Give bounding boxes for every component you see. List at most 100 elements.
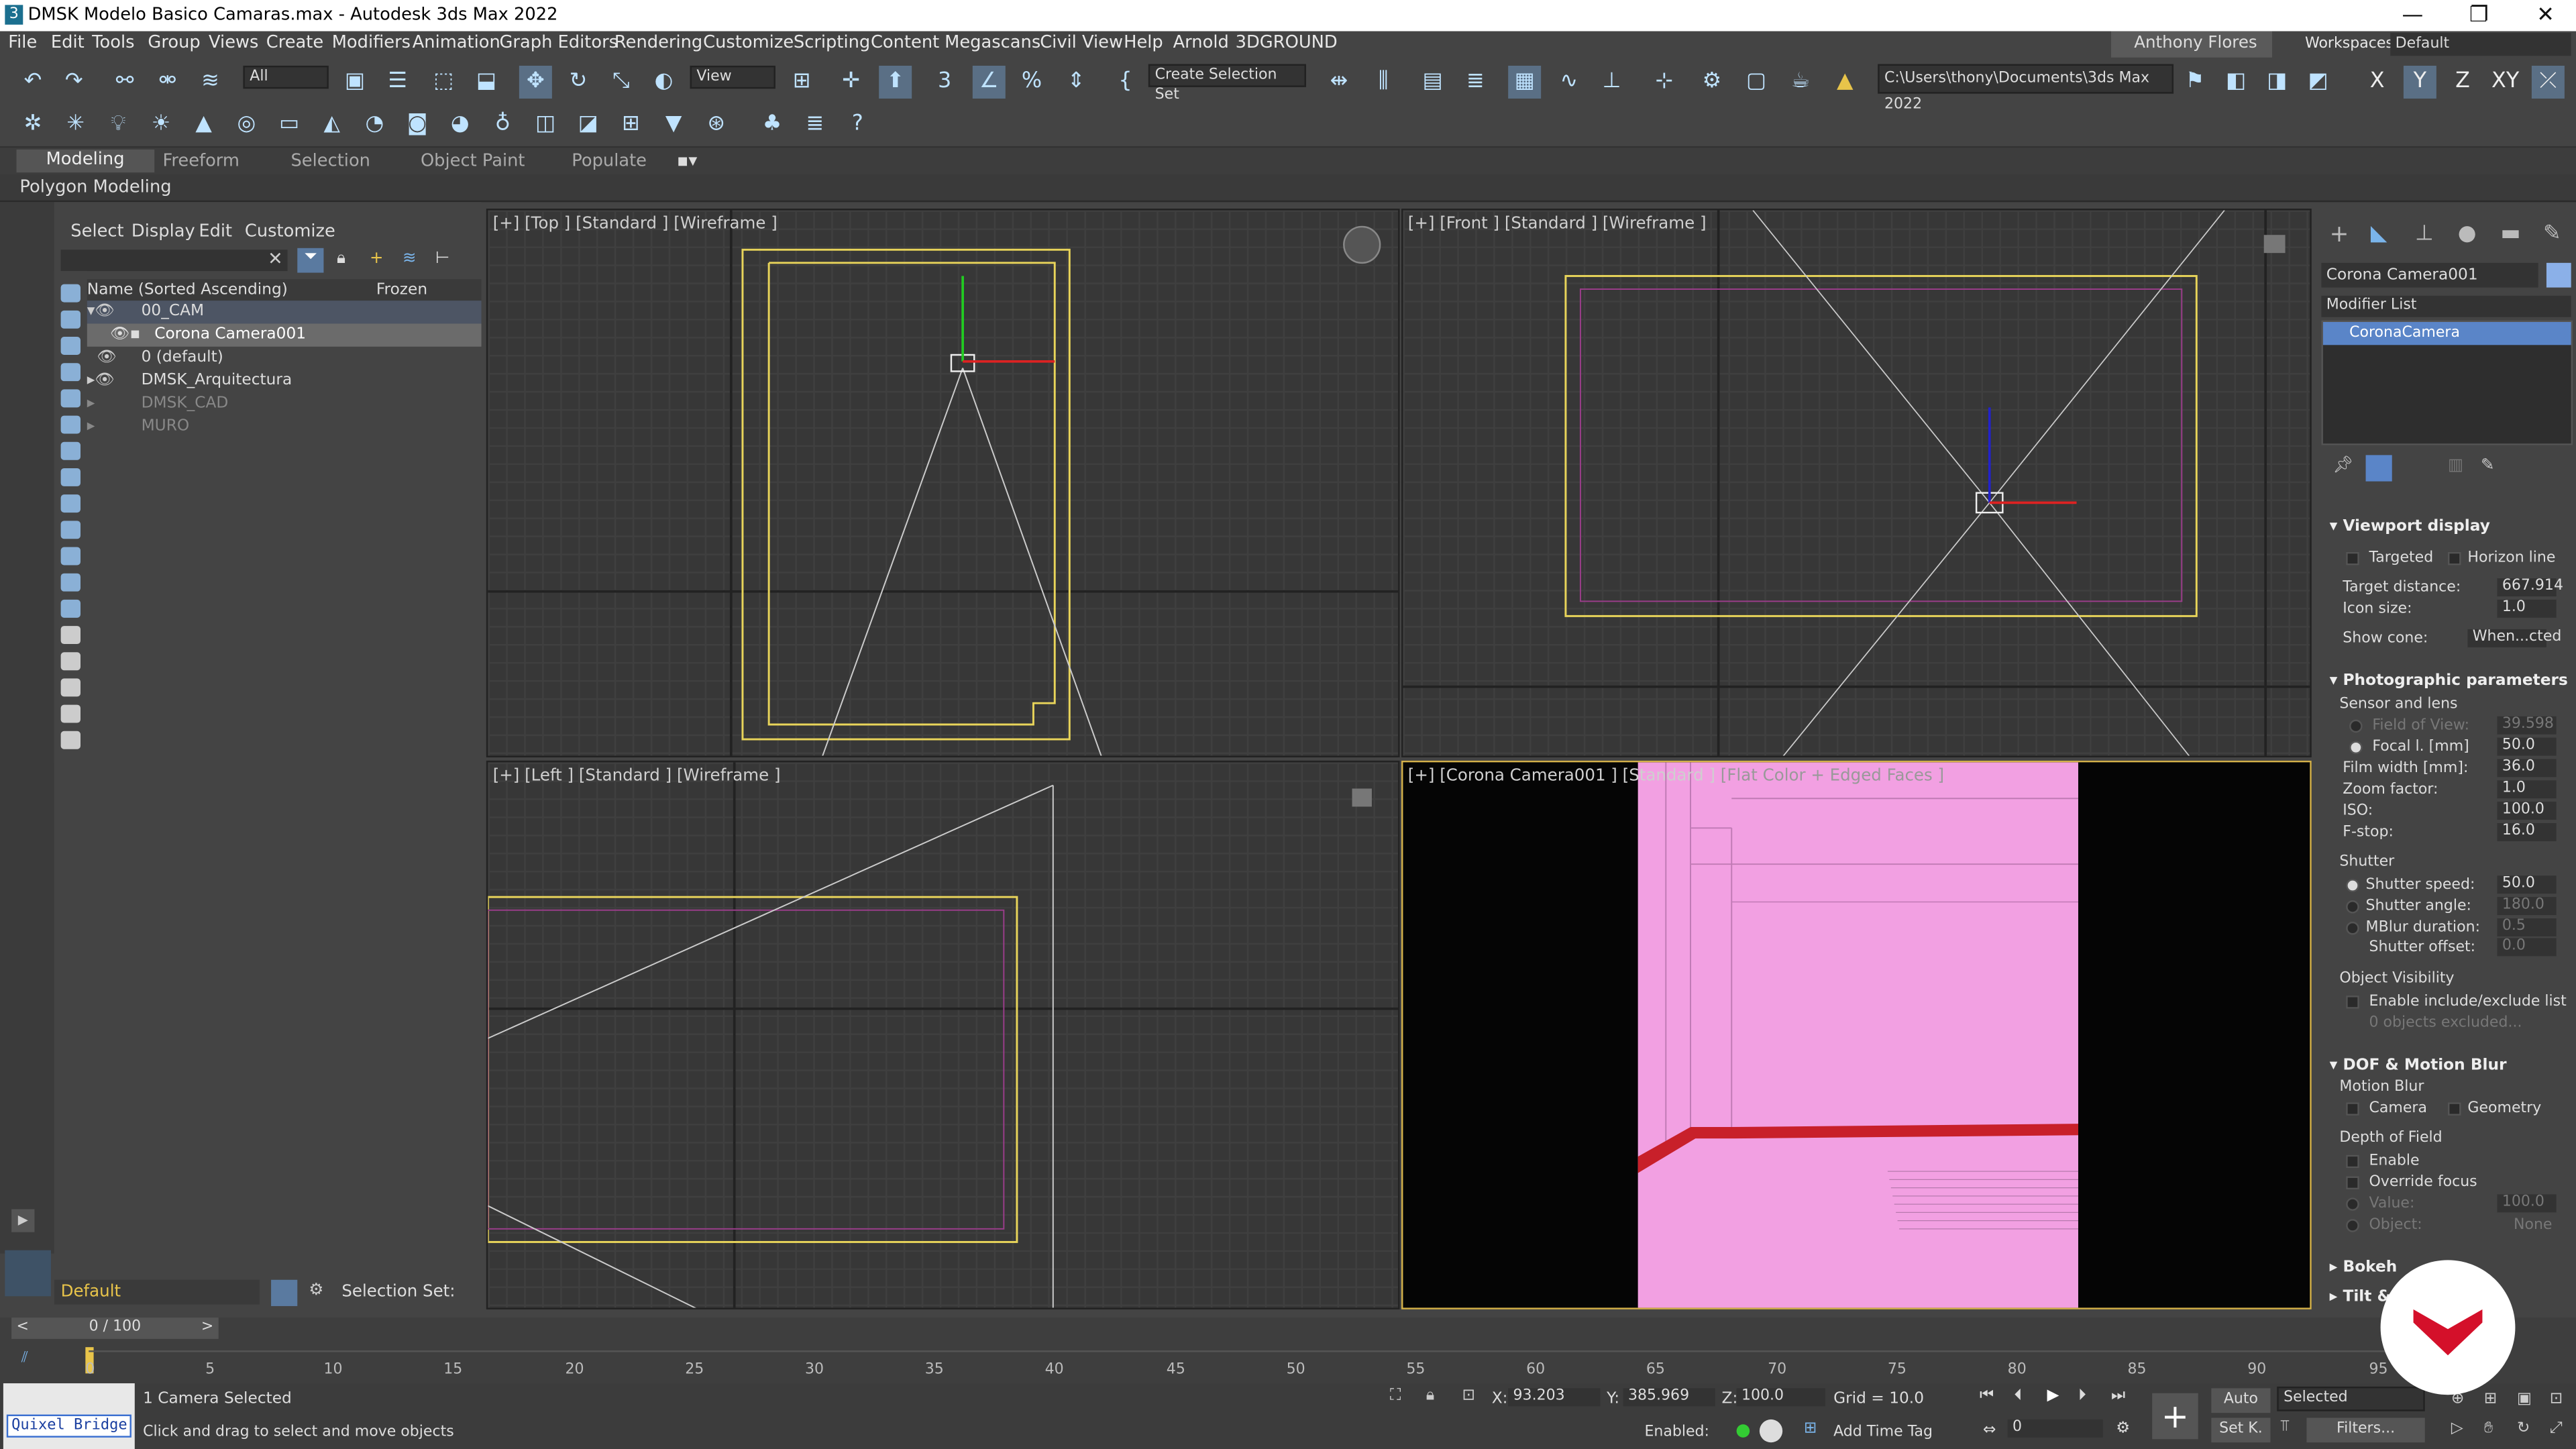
- corona-region-icon[interactable]: ◫: [529, 109, 562, 142]
- geometry-mblur-checkbox[interactable]: [2448, 1102, 2461, 1116]
- horizon-checkbox[interactable]: [2448, 551, 2461, 566]
- layers-icon[interactable]: ≋: [402, 250, 417, 268]
- set-key-icon[interactable]: +: [2152, 1393, 2198, 1440]
- filter-none-icon[interactable]: [60, 626, 81, 645]
- filter-icon[interactable]: ⏷: [297, 248, 324, 273]
- include-exclude-checkbox[interactable]: [2346, 996, 2359, 1009]
- scene-row-muro[interactable]: ▸ MURO: [87, 416, 482, 439]
- filter-spacewarps-icon[interactable]: [60, 415, 81, 434]
- corona-tool-2-icon[interactable]: ✳: [59, 109, 92, 142]
- edit-named-sets-icon[interactable]: {: [1109, 66, 1142, 99]
- object-name-input[interactable]: Corona Camera001: [2321, 262, 2538, 288]
- axis-xy-button[interactable]: XY: [2489, 66, 2522, 99]
- enabled-toggle[interactable]: [1759, 1419, 1783, 1443]
- menu-tools[interactable]: Tools: [92, 33, 134, 52]
- selection-filter[interactable]: All: [243, 65, 329, 89]
- help-icon[interactable]: ?: [841, 109, 874, 142]
- close-icon[interactable]: ✕: [2536, 3, 2555, 28]
- scene-search-input[interactable]: [60, 250, 288, 272]
- corona-tool-1-icon[interactable]: ✲: [16, 109, 49, 142]
- scene-menu-customize[interactable]: Customize: [245, 222, 335, 241]
- time-config-icon[interactable]: ⚙: [2116, 1419, 2130, 1438]
- column-name-header[interactable]: Name (Sorted Ascending): [87, 281, 288, 299]
- reference-coord-select[interactable]: View: [690, 65, 775, 89]
- quixel-bridge-field[interactable]: Quixel Bridge: [6, 1414, 131, 1438]
- layer-icon-c[interactable]: ◩: [2302, 66, 2334, 99]
- menu-scripting[interactable]: Scripting: [794, 33, 870, 52]
- key-mode-icon[interactable]: ⇔: [1983, 1421, 1996, 1439]
- filter-options-icon[interactable]: [60, 678, 81, 697]
- window-crossing-icon[interactable]: ⬓: [470, 66, 502, 99]
- scene-menu-edit[interactable]: Edit: [199, 222, 232, 241]
- menu-rendering[interactable]: Rendering: [614, 33, 702, 52]
- filter-groups-icon[interactable]: [60, 441, 81, 460]
- scene-explorer-icon[interactable]: ▦: [1508, 65, 1542, 99]
- menu-civil-view[interactable]: Civil View: [1040, 33, 1123, 52]
- objects-excluded-button[interactable]: 0 objects excluded...: [2369, 1015, 2522, 1031]
- layer-dropdown[interactable]: Default: [54, 1279, 260, 1305]
- maximize-viewport-icon[interactable]: ⤢: [2550, 1419, 2563, 1438]
- focal-radio[interactable]: [2349, 741, 2363, 755]
- motion-tab-icon[interactable]: ●: [2458, 222, 2477, 247]
- corona-interactive-icon[interactable]: ◪: [572, 109, 604, 142]
- time-tag-icon[interactable]: ⊞: [1804, 1419, 1817, 1438]
- shutter-offset-spinner[interactable]: 0.0: [2497, 938, 2557, 957]
- link-icon[interactable]: ⚯: [109, 66, 142, 99]
- filter-bones-icon[interactable]: [60, 494, 81, 513]
- photographic-header[interactable]: ▾ Photographic parameters: [2330, 672, 2568, 690]
- auto-key-button[interactable]: Auto: [2211, 1388, 2271, 1413]
- zoom-extents-all-icon[interactable]: ⊡: [2550, 1390, 2563, 1408]
- override-focus-checkbox[interactable]: [2346, 1176, 2359, 1190]
- menu-customize[interactable]: Customize: [703, 33, 794, 52]
- pivot-icon[interactable]: ⊞: [786, 66, 818, 99]
- move-icon[interactable]: ✥: [519, 65, 552, 99]
- viewport-display-header[interactable]: ▾ Viewport display: [2330, 517, 2490, 535]
- corona-proxy-icon[interactable]: ◭: [315, 109, 348, 142]
- enabled-indicator-icon[interactable]: [1736, 1424, 1750, 1438]
- menu-create[interactable]: Create: [266, 33, 323, 52]
- filter-frozen-icon[interactable]: [60, 547, 81, 566]
- mirror-icon[interactable]: ⇹: [1322, 66, 1355, 99]
- tab-selection[interactable]: Selection: [290, 151, 370, 170]
- menu-edit[interactable]: Edit: [51, 33, 85, 52]
- corona-vfb-icon[interactable]: ◙: [401, 109, 434, 142]
- scene-row-corona-camera[interactable]: 👁︎▪ Corona Camera001: [87, 323, 482, 347]
- rotate-icon[interactable]: ↻: [562, 66, 595, 99]
- filter-geometry-icon[interactable]: [60, 284, 81, 303]
- scene-row-default[interactable]: 👁︎ 0 (default): [87, 347, 482, 370]
- percent-snap-icon[interactable]: %: [1015, 66, 1048, 99]
- spinner-snap-icon[interactable]: ⇕: [1060, 66, 1093, 99]
- menu-modifiers[interactable]: Modifiers: [332, 33, 411, 52]
- forest-icon[interactable]: ♣: [756, 109, 789, 142]
- play-icon[interactable]: ▶: [2047, 1387, 2059, 1405]
- maxscript-listener[interactable]: Quixel Bridge: [3, 1383, 135, 1449]
- column-frozen-header[interactable]: Frozen: [376, 281, 427, 299]
- iso-spinner[interactable]: 100.0: [2497, 802, 2557, 820]
- filter-lights-icon[interactable]: [60, 337, 81, 355]
- corona-lightmix-icon[interactable]: ♁: [486, 109, 519, 142]
- scene-row-00-cam[interactable]: ▾👁︎ 00_CAM: [87, 301, 482, 324]
- tab-populate[interactable]: Populate: [572, 151, 647, 170]
- select-object-icon[interactable]: ▣: [338, 66, 371, 99]
- targeted-checkbox[interactable]: [2346, 551, 2359, 566]
- track-bar[interactable]: 0 5 10 15 20 25 30 35 40 45 50 55 60 65 …: [85, 1350, 2468, 1379]
- align-icon[interactable]: ⫼: [1367, 66, 1400, 99]
- object-color-swatch[interactable]: [2546, 262, 2571, 288]
- corona-decal-icon[interactable]: ▭: [273, 109, 306, 142]
- axis-z-button[interactable]: Z: [2447, 66, 2479, 99]
- scene-row-arquitectura[interactable]: ▸👁︎ DMSK_Arquitectura: [87, 370, 482, 392]
- corona-grid-icon[interactable]: ⊞: [614, 109, 647, 142]
- filter-xrefs-icon[interactable]: [60, 468, 81, 486]
- filter-all-icon[interactable]: [60, 599, 81, 618]
- set-key-button[interactable]: Set K.: [2211, 1417, 2271, 1443]
- field-of-view-icon[interactable]: ▷: [2451, 1419, 2463, 1438]
- isolate-selection-icon[interactable]: ⛶: [1390, 1387, 1401, 1405]
- bind-spacewarp-icon[interactable]: ≋: [194, 66, 227, 99]
- select-by-name-icon[interactable]: ☰: [381, 66, 414, 99]
- focus-object-picker[interactable]: None: [2514, 1218, 2553, 1234]
- orbit-icon[interactable]: ↻: [2517, 1419, 2530, 1438]
- add-layer-icon[interactable]: +: [370, 250, 384, 268]
- unlink-icon[interactable]: ⚮: [151, 66, 184, 99]
- workspace-select[interactable]: Default: [2390, 32, 2571, 56]
- menu-megascans[interactable]: Megascans: [945, 33, 1040, 52]
